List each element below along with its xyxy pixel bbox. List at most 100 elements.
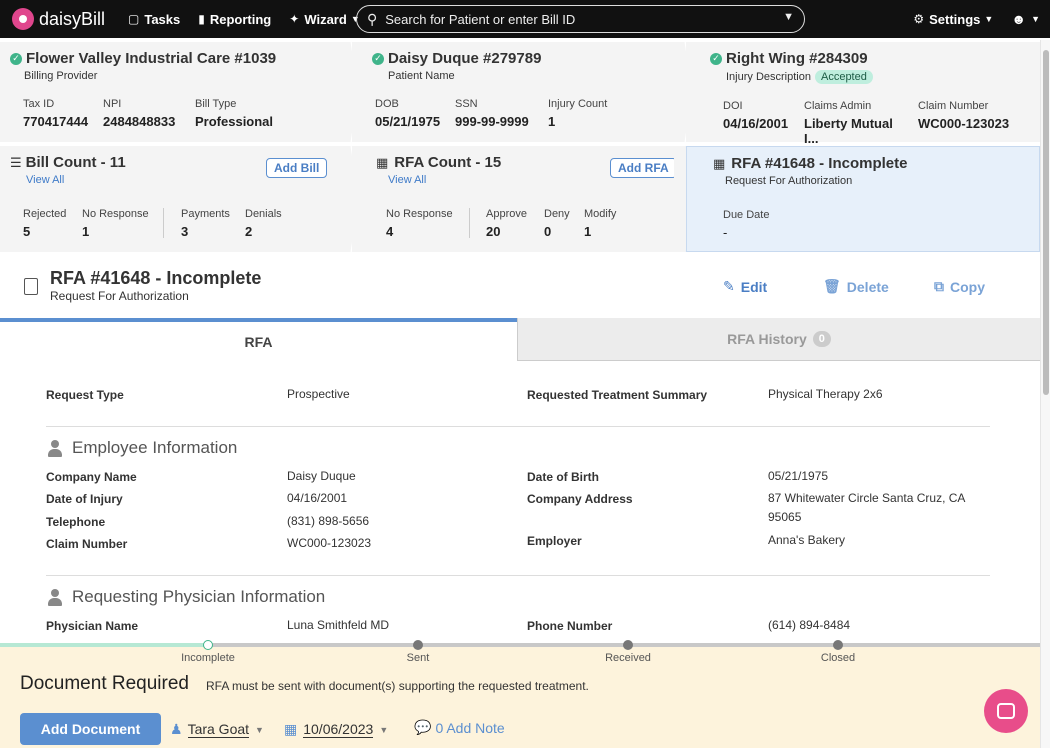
add-rfa-button[interactable]: Add RFA [610,158,677,178]
trash-icon: 🗑 [823,278,841,294]
claims-admin-field: Claims Admin Liberty Mutual I... [804,100,900,146]
dob-field: DOB 05/21/1975 [375,98,440,129]
tab-rfa[interactable]: RFA [0,318,517,361]
edit-label: Edit [740,278,768,295]
physician-name-label: Physician Name [46,619,139,633]
field-label: Due Date [723,209,770,221]
patient-title: Daisy Duque #279789 [388,50,542,67]
doi-field: DOI 04/16/2001 [723,100,789,146]
field-label: No Response [386,208,453,220]
injury-card[interactable]: ✓ Right Wing #284309 Injury Description Ac… [686,42,1040,146]
search-input[interactable]: ⚲ Search for Patient or enter Bill ID ▼ [356,5,805,33]
field-label: Tax ID [23,98,55,110]
field-value: WC000-123023 [918,116,1010,131]
tab-rfa-history-label: RFA History [727,331,807,347]
current-rfa-title: RFA #41648 - Incomplete [731,155,908,172]
field-label: NPI [103,98,122,110]
check-icon: ✓ [372,52,384,65]
bill-count-card[interactable]: ☰ Bill Count - 11 View All Add Bill Rejec… [0,146,352,252]
company-name-value: Daisy Duque [287,469,356,483]
rfa-progress-fill [0,643,210,647]
chat-icon [997,703,1015,719]
phone-number-label: Phone Number [527,619,613,633]
company-name-label: Company Name [46,470,137,484]
delete-button[interactable]: 🗑 Delete [823,278,889,295]
copy-button[interactable]: ⧉ Copy [934,278,985,295]
assignee-name: Tara Goat [187,721,250,738]
field-label: DOB [375,98,399,110]
add-note-link[interactable]: 💬 0 Add Note [414,719,505,736]
nav-wizard[interactable]: ✦ Wizard ▼ [289,12,359,27]
telephone-value: (831) 898-5656 [287,514,370,528]
field-label: Modify [584,208,617,220]
date-dropdown[interactable]: ▦ 10/06/2023 ▼ [284,721,388,738]
copy-label: Copy [950,278,985,295]
field-value: 04/16/2001 [723,116,789,131]
tab-rfa-history[interactable]: RFA History 0 [517,318,1040,361]
chevron-down-icon: ▼ [984,14,994,24]
patient-fields: DOB 05/21/1975 SSN 999-99-9999 Injury Coun… [375,98,625,129]
physician-name-value: Luna Smithfeld MD [287,618,390,632]
ssn-field: SSN 999-99-9999 [455,98,530,129]
due-date-field: Due Date - [723,209,769,240]
no-response-field: No Response 1 [82,208,163,239]
chevron-down-icon[interactable]: ▼ [783,11,794,23]
field-value: 2484848833 [103,114,176,129]
check-icon: ✓ [10,52,22,65]
logo-text: daisyBill [39,8,106,29]
company-address-label: Company Address [527,492,633,506]
patient-card[interactable]: ✓ Daisy Duque #279789 Patient Name DOB 05/… [352,42,686,142]
nav-tasks-label: Tasks [144,11,181,27]
chat-launcher-button[interactable] [984,689,1028,733]
add-bill-button[interactable]: Add Bill [266,158,328,178]
summary-row-bottom: ☰ Bill Count - 11 View All Add Bill Rejec… [0,146,1040,252]
scrollbar-thumb[interactable] [1043,50,1049,395]
claim-number-value: WC000-123023 [287,536,372,550]
search-placeholder: Search for Patient or enter Bill ID [385,11,576,27]
page-scrollbar[interactable] [1040,40,1050,748]
date-of-injury-label: Date of Injury [46,492,123,506]
injury-subtitle-row: Injury Description Accepted [726,70,1040,84]
tax-id-field: Tax ID 770417444 [23,98,88,129]
user-icon: ♟ [170,721,183,737]
divider [163,208,164,238]
document-icon: ▦ [376,154,389,170]
rfa-fields: No Response 4 Approve 20 Deny 0 Modify 1 [386,208,634,239]
search-icon: ⚲ [367,10,378,27]
employee-icon [48,439,62,457]
nav-settings[interactable]: ⚙ Settings ▼ [913,12,993,27]
field-label: Deny [544,208,570,220]
current-rfa-subtitle: Request For Authorization [725,175,853,187]
nav-settings-label: Settings [929,11,981,27]
nav-reporting[interactable]: ▮ Reporting [198,12,271,27]
assignee-dropdown[interactable]: ♟ Tara Goat ▼ [170,721,264,738]
chevron-down-icon: ▼ [379,724,389,735]
physician-icon [48,588,62,606]
employer-value: Anna's Bakery [768,533,845,547]
modify-field: Modify 1 [584,208,616,239]
field-label: Approve [486,208,527,220]
payments-field: Payments 3 [181,208,230,239]
document-required-heading: Document Required [20,673,189,694]
daisybill-logo[interactable]: daisyBill [12,8,108,30]
add-note-label: 0 Add Note [435,719,505,736]
rfa-count-card[interactable]: ▦ RFA Count - 15 View All Add RFA No Resp… [352,146,686,252]
field-value: 5 [23,224,31,239]
edit-button[interactable]: ✎ Edit [723,278,767,295]
date-of-birth-label: Date of Birth [527,470,599,484]
user-menu[interactable]: ☻ ▼ [1011,11,1040,27]
field-label: Claims Admin [804,100,872,112]
step-incomplete-dot [203,640,213,650]
field-value: 20 [486,224,501,239]
field-value: - [723,225,728,240]
treatment-summary-value: Physical Therapy 2x6 [768,387,883,401]
due-date-value: 10/06/2023 [303,721,374,738]
add-document-button[interactable]: Add Document [20,713,161,745]
bill-type-field: Bill Type Professional [195,98,273,129]
nav-tasks[interactable]: ▢ Tasks [128,12,180,27]
current-rfa-card[interactable]: ▦ RFA #41648 - Incomplete Request For Aut… [686,146,1040,252]
top-navbar: daisyBill ▢ Tasks ▮ Reporting ✦ Wizard ▼… [0,0,1050,38]
provider-card[interactable]: ✓ Flower Valley Industrial Care #1039 Bil… [0,42,352,142]
employee-info-heading: Employee Information [48,438,237,458]
provider-fields: Tax ID 770417444 NPI 2484848833 Bill Type P… [23,98,291,129]
